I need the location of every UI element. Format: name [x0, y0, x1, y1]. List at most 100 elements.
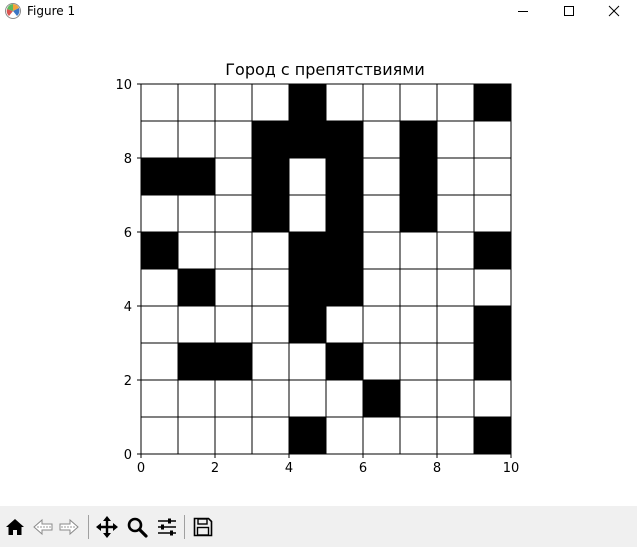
- free-cell: [215, 195, 252, 232]
- toolbar-separator: [88, 515, 89, 539]
- home-button[interactable]: [2, 514, 28, 540]
- obstacle-cell: [400, 158, 437, 195]
- obstacle-cell: [400, 195, 437, 232]
- free-cell: [141, 84, 178, 121]
- chart-title: Город с препятствиями: [225, 60, 424, 79]
- forward-button[interactable]: [56, 514, 82, 540]
- free-cell: [363, 343, 400, 380]
- obstacle-cell: [474, 417, 511, 454]
- free-cell: [326, 417, 363, 454]
- free-cell: [178, 380, 215, 417]
- free-cell: [252, 306, 289, 343]
- obstacle-cell: [289, 121, 326, 158]
- y-tick-label: 8: [124, 152, 132, 167]
- obstacle-cell: [141, 232, 178, 269]
- free-cell: [437, 343, 474, 380]
- free-cell: [141, 306, 178, 343]
- zoom-button[interactable]: [124, 514, 150, 540]
- obstacle-cell: [400, 121, 437, 158]
- minimize-icon: [518, 11, 528, 12]
- free-cell: [215, 417, 252, 454]
- obstacle-cell: [326, 195, 363, 232]
- y-tick-label: 0: [124, 448, 132, 463]
- obstacle-cell: [178, 269, 215, 306]
- toolbar-separator: [184, 515, 185, 539]
- free-cell: [400, 343, 437, 380]
- save-button[interactable]: [190, 514, 216, 540]
- free-cell: [437, 121, 474, 158]
- back-button[interactable]: [30, 514, 56, 540]
- free-cell: [178, 84, 215, 121]
- free-cell: [215, 232, 252, 269]
- free-cell: [215, 158, 252, 195]
- free-cell: [252, 269, 289, 306]
- maximize-button[interactable]: [546, 0, 592, 22]
- free-cell: [178, 417, 215, 454]
- close-icon: [608, 5, 620, 17]
- pan-icon: [96, 516, 118, 538]
- free-cell: [363, 417, 400, 454]
- obstacle-cell: [474, 306, 511, 343]
- x-tick-label: 10: [503, 461, 520, 476]
- figure-window: Figure 1 Город с препятствиями 0 2 4 6 8 10 0 2…: [0, 0, 637, 547]
- free-cell: [437, 380, 474, 417]
- obstacle-cell: [474, 84, 511, 121]
- free-cell: [363, 158, 400, 195]
- free-cell: [289, 343, 326, 380]
- obstacle-cell: [178, 343, 215, 380]
- free-cell: [437, 306, 474, 343]
- obstacle-cell: [141, 158, 178, 195]
- obstacle-cell: [289, 269, 326, 306]
- free-cell: [215, 380, 252, 417]
- figure-canvas[interactable]: Город с препятствиями 0 2 4 6 8 10 0 2 4 6 8 10: [0, 22, 637, 506]
- free-cell: [363, 121, 400, 158]
- free-cell: [178, 121, 215, 158]
- free-cell: [363, 195, 400, 232]
- free-cell: [474, 269, 511, 306]
- obstacle-cell: [326, 343, 363, 380]
- x-tick-label: 2: [211, 461, 219, 476]
- free-cell: [141, 417, 178, 454]
- free-cell: [141, 380, 178, 417]
- configure-subplots-button[interactable]: [154, 514, 180, 540]
- obstacle-cell: [252, 158, 289, 195]
- free-cell: [178, 232, 215, 269]
- subplots-config-icon: [158, 518, 176, 536]
- free-cell: [252, 84, 289, 121]
- y-tick-label: 2: [124, 374, 132, 389]
- close-button[interactable]: [591, 0, 637, 22]
- obstacle-cell: [289, 417, 326, 454]
- title-bar: Figure 1: [0, 0, 637, 22]
- free-cell: [141, 121, 178, 158]
- free-cell: [363, 84, 400, 121]
- free-cell: [141, 343, 178, 380]
- window-title: Figure 1: [27, 4, 76, 18]
- obstacle-cell: [474, 343, 511, 380]
- free-cell: [252, 343, 289, 380]
- free-cell: [474, 195, 511, 232]
- obstacle-cell: [215, 343, 252, 380]
- y-tick-label: 6: [124, 226, 132, 241]
- free-cell: [215, 121, 252, 158]
- free-cell: [474, 158, 511, 195]
- back-arrow-icon: [33, 518, 53, 536]
- free-cell: [400, 269, 437, 306]
- obstacle-cell: [252, 195, 289, 232]
- free-cell: [252, 417, 289, 454]
- free-cell: [215, 269, 252, 306]
- free-cell: [326, 306, 363, 343]
- minimize-button[interactable]: [500, 0, 546, 22]
- free-cell: [215, 84, 252, 121]
- free-cell: [400, 306, 437, 343]
- free-cell: [437, 195, 474, 232]
- free-cell: [400, 417, 437, 454]
- free-cell: [252, 232, 289, 269]
- obstacle-cell: [326, 121, 363, 158]
- free-cell: [178, 195, 215, 232]
- obstacle-cell: [363, 380, 400, 417]
- pan-button[interactable]: [94, 514, 120, 540]
- x-tick-label: 0: [137, 461, 145, 476]
- free-cell: [289, 380, 326, 417]
- obstacle-cell: [178, 158, 215, 195]
- obstacle-cell: [326, 158, 363, 195]
